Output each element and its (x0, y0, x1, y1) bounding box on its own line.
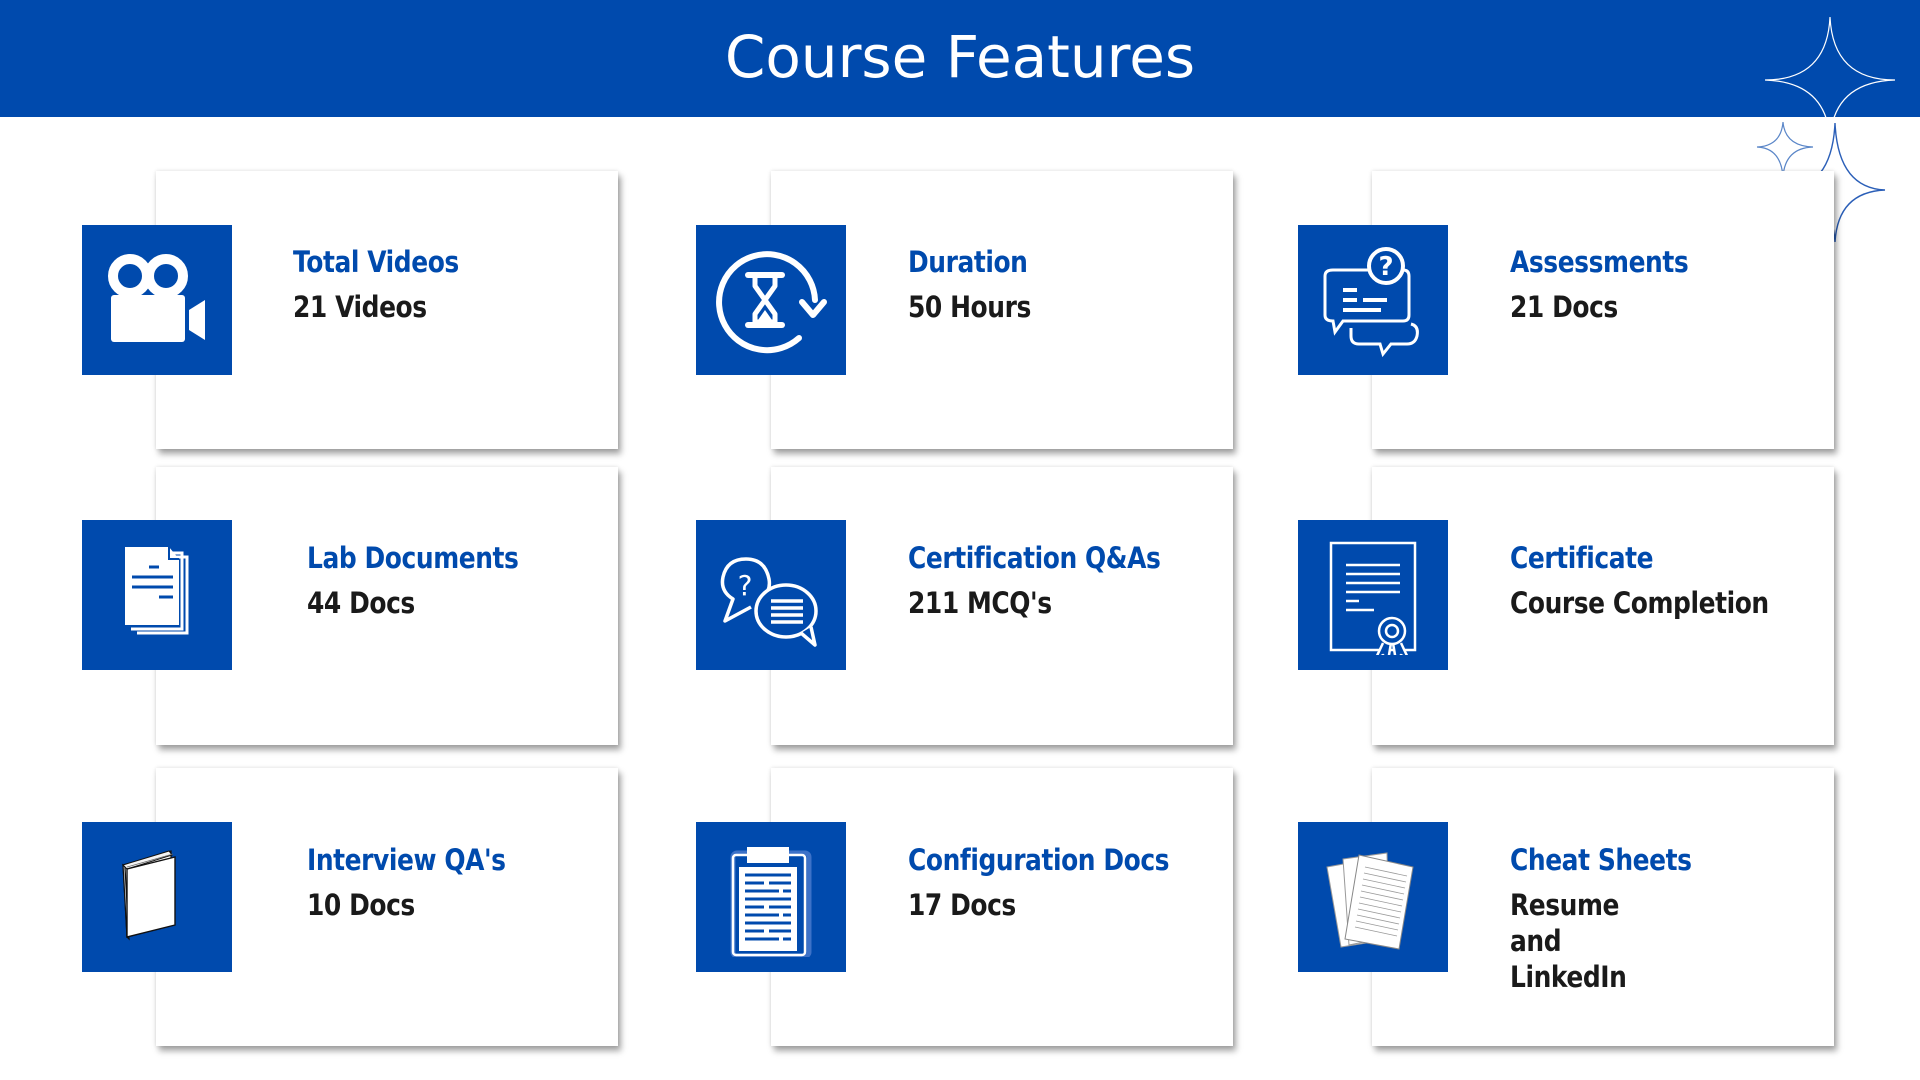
feature-value: Resume and LinkedIn (1510, 888, 1627, 994)
certificate-ribbon-icon (1329, 541, 1417, 655)
hourglass-refresh-icon (716, 251, 827, 354)
icon-tile (82, 520, 232, 670)
paper-sheets-icon (1326, 852, 1414, 950)
svg-text:?: ? (1378, 252, 1393, 282)
feature-value: 21 Videos (293, 290, 427, 324)
feature-title: Cheat Sheets (1510, 843, 1692, 877)
feature-title: Configuration Docs (908, 843, 1170, 877)
feature-title: Certificate (1510, 541, 1654, 575)
page-title: Course Features (724, 23, 1196, 91)
feature-value: Course Completion (1510, 586, 1769, 620)
feature-title: Certification Q&As (908, 541, 1161, 575)
svg-text:?: ? (738, 569, 753, 602)
icon-tile (1298, 822, 1448, 972)
feature-value: 10 Docs (307, 888, 415, 922)
icon-tile (82, 225, 232, 375)
feature-title: Duration (908, 245, 1028, 279)
icon-tile (696, 225, 846, 375)
icon-tile: ? (1298, 225, 1448, 375)
feature-value: 44 Docs (307, 586, 415, 620)
feature-title: Total Videos (293, 245, 459, 279)
video-camera-icon (108, 254, 205, 342)
feature-value: 21 Docs (1510, 290, 1618, 324)
icon-tile (82, 822, 232, 972)
icon-tile (696, 822, 846, 972)
icon-tile: ? (696, 520, 846, 670)
feature-value: 50 Hours (908, 290, 1031, 324)
clipboard-icon (730, 847, 812, 957)
book-icon (122, 850, 176, 941)
documents-stack-icon (125, 547, 189, 635)
feature-value: 17 Docs (908, 888, 1016, 922)
question-chat-icon: ? (1323, 247, 1419, 358)
speech-bubbles-question-icon: ? (720, 557, 818, 647)
feature-title: Assessments (1510, 245, 1689, 279)
feature-value: 211 MCQ's (908, 586, 1052, 620)
feature-title: Interview QA's (307, 843, 506, 877)
header-banner: Course Features (0, 0, 1920, 117)
icon-tile (1298, 520, 1448, 670)
feature-title: Lab Documents (307, 541, 519, 575)
